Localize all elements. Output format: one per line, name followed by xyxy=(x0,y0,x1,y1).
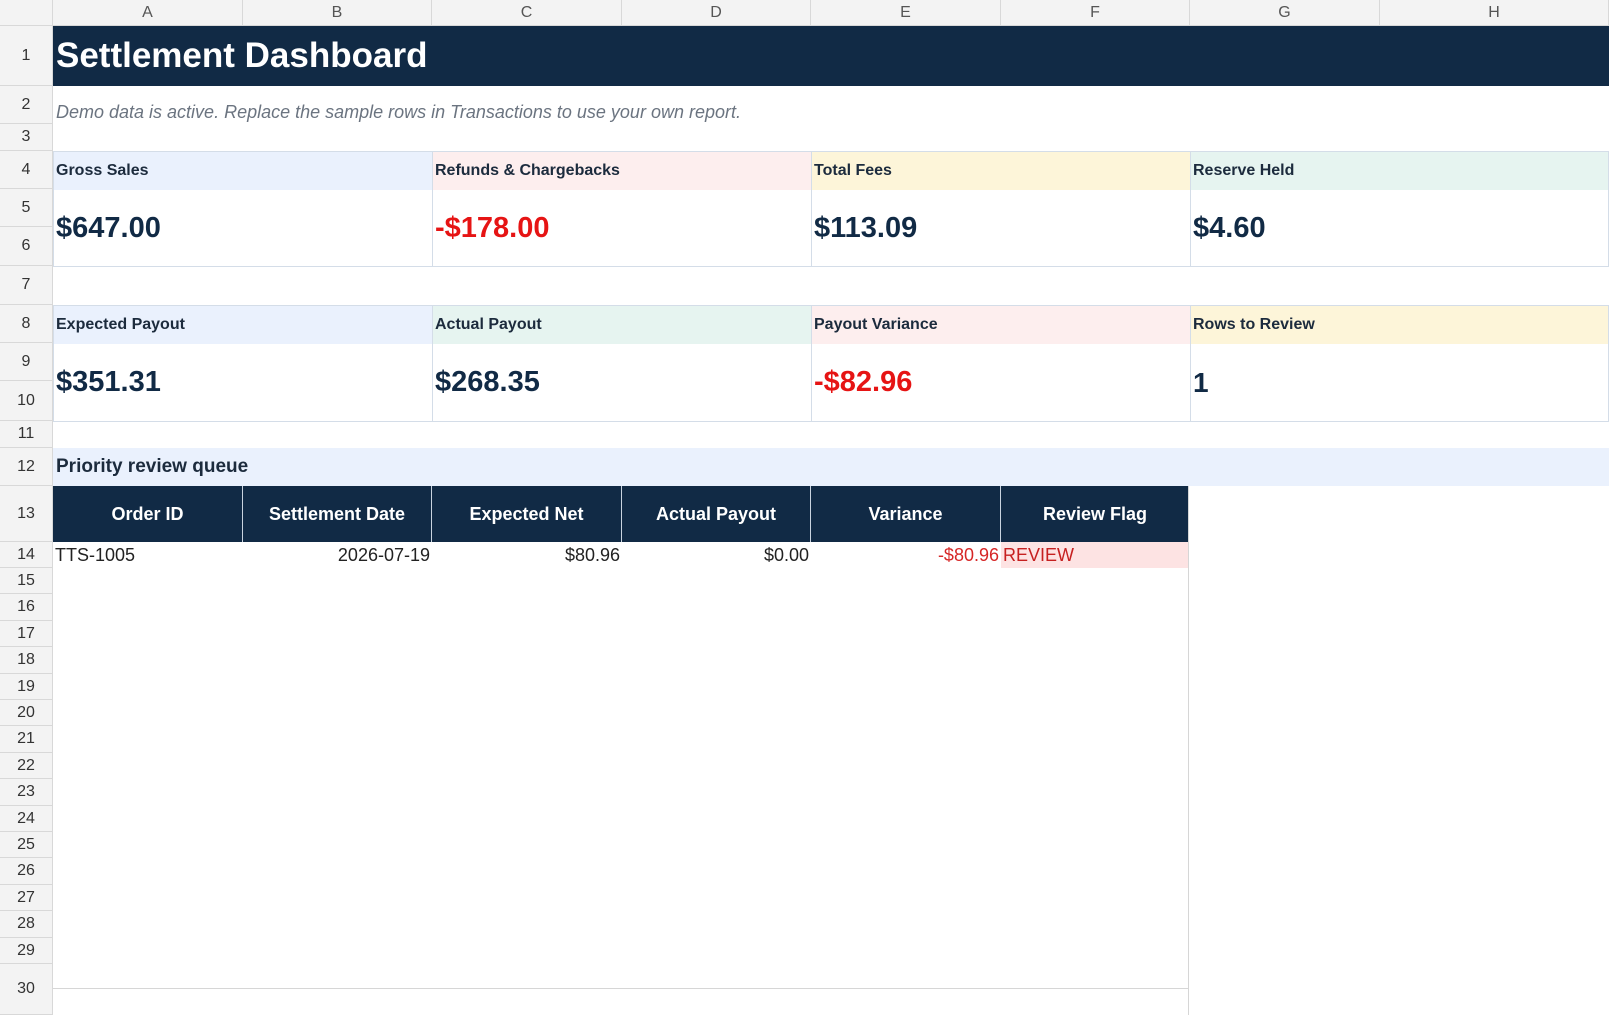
row-header-2[interactable]: 2 xyxy=(0,86,53,124)
row-header-15[interactable]: 15 xyxy=(0,568,53,594)
select-all-corner[interactable] xyxy=(0,0,53,26)
table-header-actual-payout[interactable]: Actual Payout xyxy=(622,486,811,542)
spreadsheet-grid: A B C D E F G H 1 2 3 4 5 6 7 8 9 10 11 … xyxy=(0,0,1609,1015)
row-header-9[interactable]: 9 xyxy=(0,343,53,381)
kpi-label: Rows to Review xyxy=(1191,306,1608,344)
page-title: Settlement Dashboard xyxy=(56,36,428,75)
table-right-border xyxy=(1188,486,1189,1015)
kpi-value: $268.35 xyxy=(435,366,540,398)
kpi-label: Expected Payout xyxy=(54,306,432,344)
kpi-value: $351.31 xyxy=(56,366,161,398)
row-header-27[interactable]: 27 xyxy=(0,885,53,911)
cell-actual-payout[interactable]: $0.00 xyxy=(622,542,811,568)
row-header-11[interactable]: 11 xyxy=(0,421,53,448)
row-header-26[interactable]: 26 xyxy=(0,858,53,885)
row-header-30[interactable]: 30 xyxy=(0,964,53,1015)
kpi-label: Reserve Held xyxy=(1191,152,1608,190)
row-header-12[interactable]: 12 xyxy=(0,448,53,486)
row-header-21[interactable]: 21 xyxy=(0,726,53,753)
kpi-label: Total Fees xyxy=(812,152,1190,190)
cell-settlement-date[interactable]: 2026-07-19 xyxy=(243,542,432,568)
kpi-value: $113.09 xyxy=(814,211,918,244)
row-header-25[interactable]: 25 xyxy=(0,832,53,858)
column-header-g[interactable]: G xyxy=(1190,0,1380,26)
kpi-label: Refunds & Chargebacks xyxy=(433,152,811,190)
kpi-card-expected-payout[interactable]: Expected Payout $351.31 xyxy=(53,305,433,422)
demo-notice: Demo data is active. Replace the sample … xyxy=(56,102,741,122)
kpi-card-refunds-chargebacks[interactable]: Refunds & Chargebacks -$178.00 xyxy=(432,151,812,267)
row-header-10[interactable]: 10 xyxy=(0,381,53,421)
kpi-card-total-fees[interactable]: Total Fees $113.09 xyxy=(811,151,1191,267)
kpi-label: Gross Sales xyxy=(54,152,432,190)
kpi-card-actual-payout[interactable]: Actual Payout $268.35 xyxy=(432,305,812,422)
row-header-19[interactable]: 19 xyxy=(0,674,53,700)
kpi-value: -$178.00 xyxy=(435,211,550,244)
kpi-label: Actual Payout xyxy=(433,306,811,344)
kpi-card-payout-variance[interactable]: Payout Variance -$82.96 xyxy=(811,305,1191,422)
section-title: Priority review queue xyxy=(56,456,249,477)
table-header-review-flag[interactable]: Review Flag xyxy=(1001,486,1189,542)
row-header-23[interactable]: 23 xyxy=(0,779,53,806)
row-header-28[interactable]: 28 xyxy=(0,911,53,938)
row-header-17[interactable]: 17 xyxy=(0,621,53,647)
table-header-expected-net[interactable]: Expected Net xyxy=(432,486,622,542)
table-header-settlement-date[interactable]: Settlement Date xyxy=(243,486,432,542)
row-header-1[interactable]: 1 xyxy=(0,26,53,86)
row-header-5[interactable]: 5 xyxy=(0,189,53,227)
row-header-4[interactable]: 4 xyxy=(0,151,53,189)
column-header-h[interactable]: H xyxy=(1380,0,1609,26)
row-header-13[interactable]: 13 xyxy=(0,486,53,542)
kpi-label: Payout Variance xyxy=(812,306,1190,344)
kpi-value: $647.00 xyxy=(56,211,161,244)
section-band xyxy=(53,448,1609,486)
kpi-value: 1 xyxy=(1193,366,1209,398)
row-header-3[interactable]: 3 xyxy=(0,124,53,151)
column-header-c[interactable]: C xyxy=(432,0,622,26)
kpi-value: $4.60 xyxy=(1193,211,1266,244)
table-header-order-id[interactable]: Order ID xyxy=(53,486,243,542)
column-header-e[interactable]: E xyxy=(811,0,1001,26)
row-header-7[interactable]: 7 xyxy=(0,266,53,305)
cell-review-flag[interactable]: REVIEW xyxy=(1001,542,1189,568)
column-header-f[interactable]: F xyxy=(1001,0,1190,26)
column-header-d[interactable]: D xyxy=(622,0,811,26)
row-header-24[interactable]: 24 xyxy=(0,806,53,832)
kpi-card-reserve-held[interactable]: Reserve Held $4.60 xyxy=(1190,151,1609,267)
row-header-6[interactable]: 6 xyxy=(0,227,53,266)
row-header-22[interactable]: 22 xyxy=(0,753,53,779)
column-header-b[interactable]: B xyxy=(243,0,432,26)
cell-expected-net[interactable]: $80.96 xyxy=(432,542,622,568)
row-header-20[interactable]: 20 xyxy=(0,700,53,726)
kpi-card-gross-sales[interactable]: Gross Sales $647.00 xyxy=(53,151,433,267)
row-header-18[interactable]: 18 xyxy=(0,647,53,674)
kpi-card-rows-to-review[interactable]: Rows to Review 1 xyxy=(1190,305,1609,422)
cell-order-id[interactable]: TTS-1005 xyxy=(53,542,243,568)
row-header-16[interactable]: 16 xyxy=(0,594,53,621)
kpi-value: -$82.96 xyxy=(814,366,913,398)
row-header-8[interactable]: 8 xyxy=(0,305,53,343)
row-header-14[interactable]: 14 xyxy=(0,542,53,568)
column-header-a[interactable]: A xyxy=(53,0,243,26)
row-header-29[interactable]: 29 xyxy=(0,938,53,964)
table-header-variance[interactable]: Variance xyxy=(811,486,1001,542)
table-bottom-border xyxy=(53,988,1189,989)
cell-variance[interactable]: -$80.96 xyxy=(811,542,1001,568)
